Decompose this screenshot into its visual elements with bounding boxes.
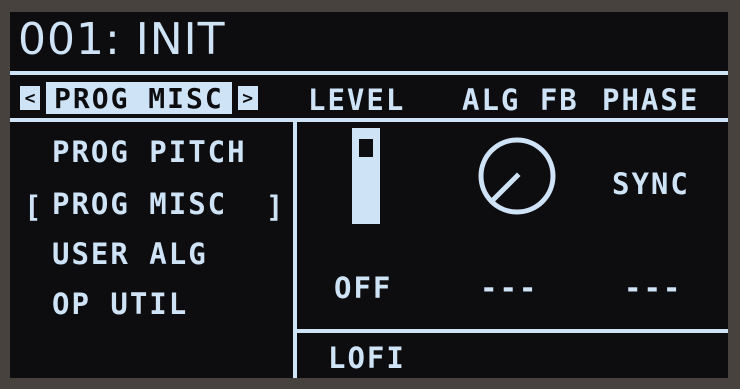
- tab-navigation: < PROG MISC >: [20, 82, 258, 115]
- header-divider: [10, 118, 728, 122]
- menu-item-prog-misc[interactable]: PROG MISC: [52, 190, 227, 219]
- column-header-level: LEVEL: [308, 83, 406, 117]
- phase-value: ---: [624, 271, 683, 305]
- level-slider[interactable]: [352, 128, 380, 224]
- menu-item-op-util[interactable]: OP UTIL: [52, 290, 188, 319]
- alg-fb-knob-icon[interactable]: [475, 134, 559, 218]
- menu-divider: [293, 122, 297, 378]
- display-screen: 001: INIT < PROG MISC > LEVEL ALG FB PHA…: [10, 12, 728, 378]
- title-divider: [10, 71, 728, 75]
- column-header-phase: PHASE: [602, 83, 700, 117]
- selection-bracket-close: ]: [266, 190, 284, 224]
- level-slider-handle[interactable]: [359, 139, 373, 157]
- level-value: OFF: [334, 271, 393, 305]
- selection-bracket-open: [: [24, 190, 42, 224]
- footer-divider: [296, 329, 728, 333]
- footer-label-lofi: LOFI: [328, 341, 406, 375]
- program-title: 001: INIT: [18, 14, 226, 65]
- tab-prog-misc[interactable]: PROG MISC: [46, 82, 232, 115]
- column-header-alg-fb: ALG FB: [462, 83, 579, 117]
- phase-mode-label: SYNC: [612, 167, 690, 201]
- menu-item-user-alg[interactable]: USER ALG: [52, 240, 208, 269]
- tab-prev-arrow-icon[interactable]: <: [20, 86, 40, 110]
- menu-item-prog-pitch[interactable]: PROG PITCH: [52, 138, 247, 167]
- tab-next-arrow-icon[interactable]: >: [237, 86, 258, 110]
- alg-fb-value: ---: [480, 271, 539, 305]
